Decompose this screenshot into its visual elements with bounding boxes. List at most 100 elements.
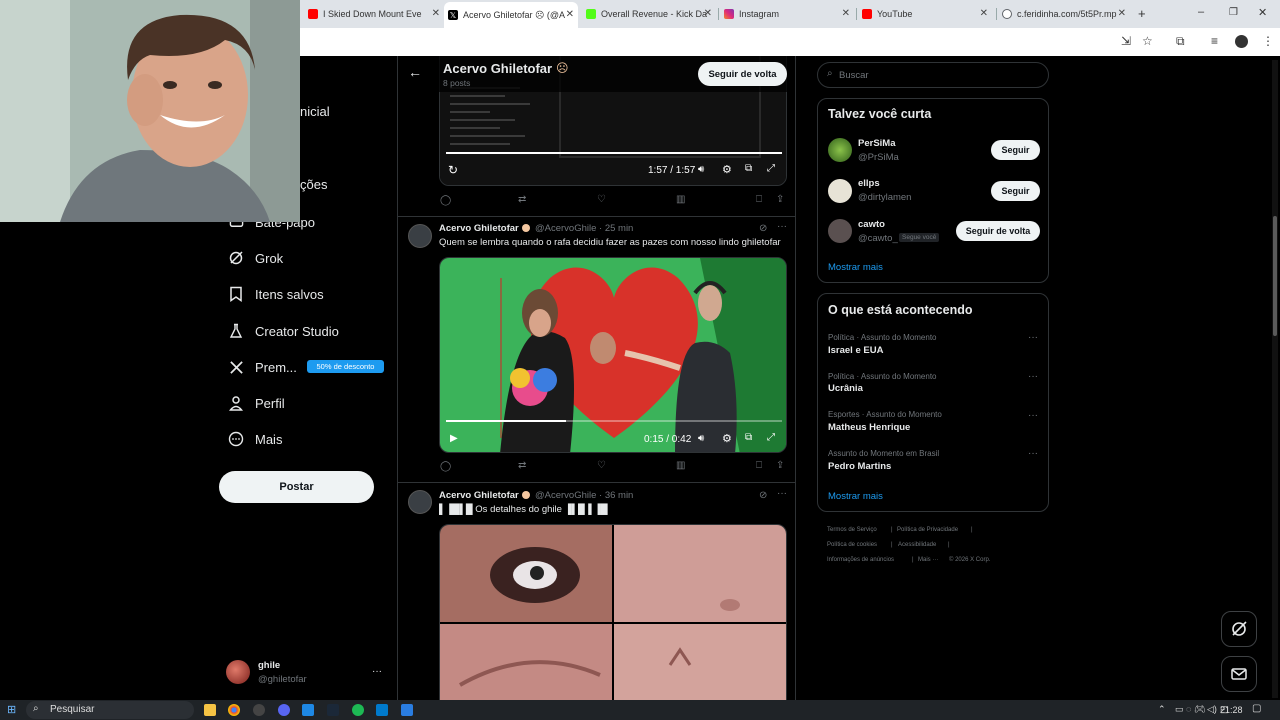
volume-icon[interactable]: 🔊︎ (698, 164, 704, 175)
trend-more-icon[interactable]: ··· (1028, 332, 1038, 343)
reply-icon[interactable]: ◯ (440, 195, 451, 206)
account-more-icon[interactable]: ··· (372, 666, 382, 677)
play-icon[interactable]: ▶ (450, 433, 458, 444)
trend-name[interactable]: Matheus Henrique (828, 422, 910, 433)
footer-ads-info[interactable]: Informações de anúncios (827, 557, 894, 563)
tray-apps-icon[interactable]: ▭ ◌ 🎮︎ (1175, 704, 1205, 715)
pip-icon[interactable]: ⧉ (745, 432, 752, 443)
restore-button[interactable]: ❐ (1229, 7, 1238, 18)
nav-more[interactable]: Mais (227, 430, 282, 448)
account-avatar[interactable] (226, 660, 250, 684)
bookmark-icon[interactable]: ⎕ (756, 194, 762, 205)
close-tab-icon[interactable]: ✕ (842, 8, 850, 19)
bookmark-star-icon[interactable]: ☆ (1142, 34, 1153, 48)
messages-fab-button[interactable] (1221, 656, 1257, 692)
browser-menu-icon[interactable]: ⋮ (1262, 34, 1274, 48)
close-tab-icon[interactable]: ✕ (566, 9, 574, 20)
user-avatar[interactable] (828, 219, 852, 243)
fullscreen-icon[interactable]: ⤢ (767, 163, 775, 174)
search-input[interactable]: ⌕ Buscar (817, 62, 1049, 88)
close-tab-icon[interactable]: ✕ (432, 8, 440, 19)
repost-icon[interactable]: ⇄ (518, 194, 526, 205)
video-player-2[interactable]: ▶ 0:15 / 0:42 🔊︎ ⚙ ⧉ ⤢ (439, 257, 787, 453)
trend-name[interactable]: Ucrânia (828, 383, 863, 394)
footer-terms[interactable]: Termos de Serviço (827, 527, 877, 533)
show-more-link[interactable]: Mostrar mais (828, 262, 883, 273)
trend-more-icon[interactable]: ··· (1028, 448, 1038, 459)
tab-search-icon[interactable]: ≡ (1211, 34, 1218, 48)
extensions-icon[interactable]: ⧉ (1176, 34, 1185, 49)
views-icon[interactable]: ▥ (676, 460, 685, 471)
windows-start-icon[interactable]: ⊞ (7, 703, 16, 716)
like-icon[interactable]: ♡ (597, 194, 606, 205)
trend-name[interactable]: Pedro Martins (828, 461, 891, 472)
share-icon[interactable]: ⇪ (776, 194, 784, 205)
obs-icon[interactable] (253, 704, 265, 716)
fullscreen-icon[interactable]: ⤢ (767, 432, 775, 443)
tweet-more-icon[interactable]: ··· (777, 221, 787, 232)
suggested-user-name[interactable]: ellps (858, 178, 880, 189)
tweet-avatar[interactable] (408, 224, 432, 248)
tab-instagram[interactable]: Instagram ✕ (724, 4, 854, 24)
like-icon[interactable]: ♡ (597, 460, 606, 471)
close-tab-icon[interactable]: ✕ (1118, 8, 1126, 19)
video-progress-track[interactable] (446, 420, 782, 422)
tweet-avatar[interactable] (408, 490, 432, 514)
footer-accessibility[interactable]: Acessibilidade (898, 542, 936, 548)
discord-icon[interactable] (278, 704, 290, 716)
footer-more[interactable]: Mais ··· (918, 557, 938, 563)
follow-button[interactable]: Seguir (991, 140, 1040, 160)
nav-grok[interactable]: Grok (227, 249, 283, 267)
chrome-icon[interactable] (228, 704, 240, 716)
post-button[interactable]: Postar (219, 471, 374, 503)
install-app-icon[interactable]: ⇲ (1121, 34, 1131, 48)
nav-notifications[interactable]: ções (300, 177, 327, 192)
steam-icon[interactable] (327, 704, 339, 716)
minimize-button[interactable]: – (1198, 6, 1204, 18)
share-icon[interactable]: ⇪ (776, 460, 784, 471)
back-arrow-icon[interactable]: ← (408, 64, 422, 80)
profile-avatar-icon[interactable] (1235, 35, 1248, 48)
tab-youtube[interactable]: YouTube ✕ (862, 4, 992, 24)
tweet-author-name[interactable]: Acervo Ghiletofar (439, 490, 519, 501)
user-avatar[interactable] (828, 138, 852, 162)
show-more-link[interactable]: Mostrar mais (828, 491, 883, 502)
new-tab-button[interactable]: + (1138, 6, 1146, 21)
volume-tray-icon[interactable]: ◁) (1207, 704, 1217, 715)
replay-icon[interactable]: ↻ (448, 163, 458, 177)
tab-acervo[interactable]: 𝕏 Acervo Ghiletofar ☹ (@A ✕ (444, 2, 578, 28)
image-grid[interactable] (439, 524, 787, 700)
volume-icon[interactable]: 🔊︎ (698, 433, 704, 444)
vscode-icon[interactable] (376, 704, 388, 716)
taskbar-search[interactable]: ⌕ Pesquisar (26, 701, 194, 719)
tweet-more-icon[interactable]: ··· (777, 488, 787, 499)
page-scrollbar-thumb[interactable] (1273, 216, 1277, 336)
tab-kick[interactable]: Overall Revenue - Kick Da ✕ (586, 4, 716, 24)
close-tab-icon[interactable]: ✕ (704, 8, 712, 19)
suggested-user-name[interactable]: PerSiMa (858, 138, 896, 149)
app-icon[interactable] (401, 704, 413, 716)
footer-privacy[interactable]: Política de Privacidade (897, 527, 958, 533)
bookmark-icon[interactable]: ⎕ (756, 460, 762, 471)
tweet-author-name[interactable]: Acervo Ghiletofar (439, 223, 519, 234)
user-avatar[interactable] (828, 179, 852, 203)
nav-bookmarks[interactable]: Itens salvos (227, 285, 324, 303)
notification-icon[interactable]: ▢ (1252, 703, 1261, 714)
close-tab-icon[interactable]: ✕ (980, 8, 988, 19)
footer-cookies[interactable]: Política de cookies (827, 542, 877, 548)
nav-creator-studio[interactable]: Creator Studio (227, 322, 339, 340)
grok-tweet-icon[interactable]: ⊘ (759, 223, 767, 234)
follow-back-button[interactable]: Seguir de volta (956, 221, 1040, 241)
trend-more-icon[interactable]: ··· (1028, 410, 1038, 421)
nav-profile[interactable]: Perfil (227, 394, 285, 412)
views-icon[interactable]: ▥ (676, 194, 685, 205)
tab-skied[interactable]: I Skied Down Mount Eve ✕ (308, 4, 444, 24)
reply-icon[interactable]: ◯ (440, 461, 451, 472)
tab-feridinha[interactable]: c.feridinha.com/5t5Pr.mp ✕ (1002, 4, 1130, 24)
repost-icon[interactable]: ⇄ (518, 460, 526, 471)
settings-gear-icon[interactable]: ⚙ (722, 163, 732, 176)
file-explorer-icon[interactable] (204, 704, 216, 716)
edge-icon[interactable] (302, 704, 314, 716)
follow-back-button[interactable]: Seguir de volta (698, 62, 787, 86)
trend-name[interactable]: Israel e EUA (828, 345, 883, 356)
